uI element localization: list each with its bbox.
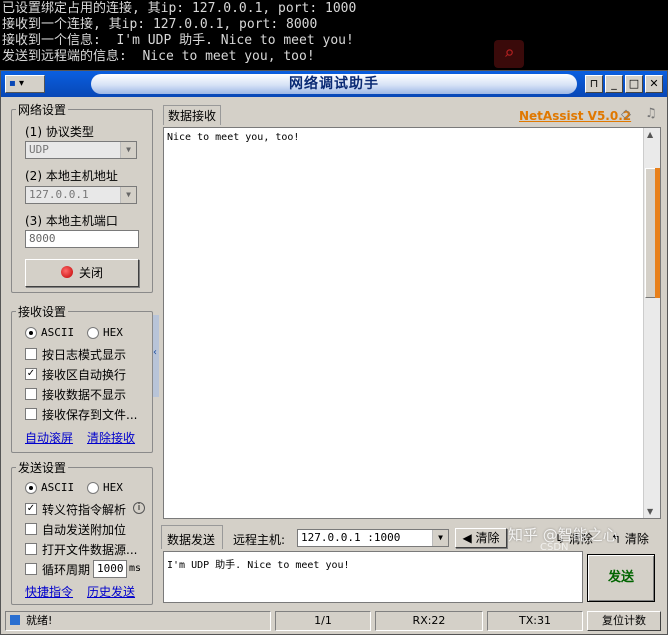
protocol-label: (1) 协议类型 <box>25 125 94 139</box>
send-tab-label: 数据发送 <box>167 533 216 547</box>
send-textarea[interactable]: I'm UDP 助手. Nice to meet you! <box>163 551 583 603</box>
send-hex-label: HEX <box>103 481 123 494</box>
close-connection-label: 关闭 <box>78 266 103 280</box>
recv-option-label: 接收数据不显示 <box>42 388 127 402</box>
reset-count-button[interactable]: 复位计数 <box>587 611 661 631</box>
port-label: (3) 本地主机端口 <box>25 214 118 228</box>
maximize-button[interactable]: □ <box>625 75 643 93</box>
csdn-watermark: CSDN <box>540 542 569 553</box>
host-label: (2) 本地主机地址 <box>25 169 118 183</box>
console-line: 接收到一个连接, 其ip: 127.0.0.1, port: 8000 <box>2 17 318 32</box>
recv-option-label: 接收区自动换行 <box>42 368 127 382</box>
console-line: 已设置绑定占用的连接, 其ip: 127.0.0.1, port: 1000 <box>2 1 357 16</box>
send-button[interactable]: 发送 <box>587 554 655 602</box>
recv-ascii-label: ASCII <box>41 326 75 339</box>
pin-button[interactable]: ⊓ <box>585 75 603 93</box>
recv-option-label: 接收保存到文件... <box>42 408 138 422</box>
clear-send-label: 清除 <box>624 532 649 546</box>
auto-append-label: 自动发送附加位 <box>42 523 127 537</box>
recv-hex-radio[interactable] <box>87 327 99 339</box>
clear-remote-button[interactable]: ◀ 清除 <box>455 528 507 548</box>
remote-host-select[interactable]: 127.0.0.1 :1000 ▼ <box>297 529 449 547</box>
clear-recv-link[interactable]: 清除接收 <box>87 429 135 446</box>
port-input[interactable]: 8000 <box>25 230 139 248</box>
host-select[interactable]: 127.0.0.1 ▼ <box>25 186 137 204</box>
scroll-down-icon[interactable]: ▼ <box>647 507 653 516</box>
send-history-link[interactable]: 历史发送 <box>87 583 135 600</box>
recv-option-label: 按日志模式显示 <box>42 348 127 362</box>
status-page: 1/1 <box>275 611 371 631</box>
clear-remote-label: 清除 <box>475 531 500 545</box>
send-ascii-label: ASCII <box>41 481 75 494</box>
send-settings-legend: 发送设置 <box>18 461 67 475</box>
collapse-arrow-icon[interactable]: ‹ <box>153 347 157 358</box>
recv-hide-data-checkbox[interactable] <box>25 388 37 400</box>
open-file-source-checkbox[interactable] <box>25 543 37 555</box>
recv-auto-wrap-checkbox[interactable]: ✓ <box>25 368 37 380</box>
cycle-label: 循环周期 <box>42 563 91 577</box>
cycle-checkbox[interactable] <box>25 563 37 575</box>
shortcut-commands-link[interactable]: 快捷指令 <box>25 583 73 600</box>
console-line: 接收到一个信息: I'm UDP 助手. Nice to meet you! <box>2 33 354 48</box>
auto-append-checkbox[interactable] <box>25 523 37 535</box>
netassist-brand-link[interactable]: NetAssist V5.0.2 <box>519 109 631 123</box>
receive-textarea[interactable]: Nice to meet you, too! ▲ ▼ <box>163 127 661 519</box>
scroll-up-icon[interactable]: ▲ <box>647 130 653 139</box>
status-ready: 就绪! <box>5 611 271 631</box>
protocol-select[interactable]: UDP ▼ <box>25 141 137 159</box>
open-file-source-label: 打开文件数据源... <box>42 543 138 557</box>
recv-hex-label: HEX <box>103 326 123 339</box>
diamond-icon[interactable]: ◇ <box>621 107 631 122</box>
recv-ascii-radio[interactable] <box>25 327 37 339</box>
send-ascii-radio[interactable] <box>25 482 37 494</box>
remote-host-label: 远程主机: <box>233 533 286 547</box>
net-settings-legend: 网络设置 <box>18 103 67 117</box>
network-icon: ▪ <box>9 78 16 89</box>
escape-parse-checkbox[interactable]: ✓ <box>25 503 37 515</box>
recv-log-mode-checkbox[interactable] <box>25 348 37 360</box>
window-title: 网络调试助手 <box>289 76 379 92</box>
send-hex-radio[interactable] <box>87 482 99 494</box>
minimize-button[interactable]: _ <box>605 75 623 93</box>
info-icon[interactable]: i <box>133 502 145 514</box>
scrollbar-accent <box>655 168 660 298</box>
host-value: 127.0.0.1 <box>29 188 89 201</box>
title-bar[interactable]: ▪ ▾ 网络调试助手 ⊓ _ □ ✕ <box>1 71 667 97</box>
dropdown-arrow-icon: ▾ <box>18 78 24 89</box>
close-connection-button[interactable]: 关闭 <box>25 259 139 287</box>
status-ready-text: 就绪! <box>26 614 53 627</box>
bell-icon[interactable]: ♫ <box>645 106 657 121</box>
send-content: I'm UDP 助手. Nice to meet you! <box>167 560 350 571</box>
record-icon <box>60 266 73 278</box>
console-output: 已设置绑定占用的连接, 其ip: 127.0.0.1, port: 1000 接… <box>0 0 668 70</box>
status-rx-count: RX:22 <box>375 611 483 631</box>
protocol-value: UDP <box>29 143 49 156</box>
title-pill: 网络调试助手 <box>91 74 577 94</box>
status-icon <box>10 615 20 625</box>
auto-scroll-link[interactable]: 自动滚屏 <box>25 429 73 446</box>
search-icon: ⌕ <box>494 40 524 68</box>
close-window-button[interactable]: ✕ <box>645 75 663 93</box>
status-tx-count: TX:31 <box>487 611 583 631</box>
receive-scrollbar[interactable]: ▲ ▼ <box>643 128 660 518</box>
tab-data-receive[interactable]: 数据接收 <box>163 105 221 125</box>
system-menu-button[interactable]: ▪ ▾ <box>5 75 45 93</box>
cycle-unit: ms <box>129 563 142 574</box>
chevron-down-icon: ▼ <box>432 530 448 546</box>
console-line: 发送到远程端的信息: Nice to meet you, too! <box>2 49 315 64</box>
cycle-period-input[interactable]: 1000 <box>93 560 127 578</box>
recv-save-file-checkbox[interactable] <box>25 408 37 420</box>
arrow-left-icon: ◀ <box>462 531 472 545</box>
escape-parse-label: 转义符指令解析 <box>42 503 127 517</box>
chevron-down-icon: ▼ <box>120 142 136 158</box>
recv-settings-legend: 接收设置 <box>18 305 67 319</box>
status-bar: 就绪! 1/1 RX:22 TX:31 复位计数 <box>3 611 665 633</box>
remote-host-value: 127.0.0.1 :1000 <box>301 531 401 544</box>
chevron-down-icon: ▼ <box>120 187 136 203</box>
receive-content: Nice to meet you, too! <box>167 132 300 143</box>
